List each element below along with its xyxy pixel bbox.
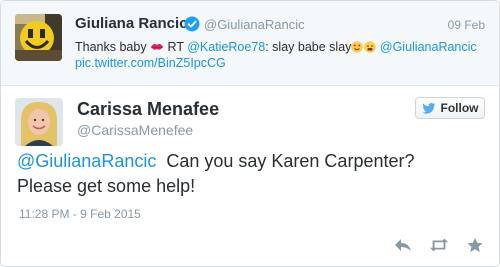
tweet-actions [393, 237, 485, 253]
main-mention-giuliana[interactable]: @GiulianaRancic [17, 151, 156, 171]
main-tweet-text: @GiulianaRancic Can you say Karen Carpen… [17, 149, 487, 199]
quoted-tweet[interactable]: Giuliana Rancic @GiulianaRancic 09 Feb T… [1, 1, 499, 86]
twitter-bird-icon [421, 102, 435, 114]
star-icon[interactable] [465, 237, 485, 253]
parent-text-rt: RT [164, 40, 188, 54]
main-text-line1: Can you say Karen Carpenter? [156, 151, 415, 171]
parent-text-start: Thanks baby [75, 40, 151, 54]
parent-mention-katieroe[interactable]: @KatieRoe78 [187, 40, 265, 54]
follow-button[interactable]: Follow [415, 97, 485, 119]
parent-text-middle: : slay babe slay [265, 40, 352, 54]
embedded-tweet-card: Giuliana Rancic @GiulianaRancic 09 Feb T… [0, 0, 500, 267]
avatar-image [15, 98, 63, 146]
parent-mention-giuliana[interactable]: @GiulianaRancic [380, 40, 477, 54]
follow-label: Follow [440, 101, 479, 115]
parent-author-handle[interactable]: @GiulianaRancic [204, 17, 305, 32]
main-text-line2: Please get some help! [17, 176, 196, 196]
main-author-name[interactable]: Carissa Menafee [77, 99, 219, 120]
parent-pic-link[interactable]: pic.twitter.com/BinZ5IpcCG [75, 56, 226, 70]
tweet-timestamp[interactable]: 11:28 PM - 9 Feb 2015 [19, 207, 141, 221]
verified-badge-icon [184, 16, 200, 32]
giuliana-avatar[interactable] [15, 14, 62, 61]
tired-face-emoji-icon [364, 40, 377, 53]
avatar-image [15, 14, 62, 61]
main-author-handle[interactable]: @CarissaMenefee [77, 122, 193, 138]
parent-tweet-text: Thanks baby RT @KatieRoe78: slay babe sl… [75, 38, 485, 56]
retweet-icon[interactable] [429, 237, 449, 253]
kiss-mark-icon [150, 39, 164, 50]
heart-eyes-emoji-icon [351, 40, 364, 53]
parent-author-name[interactable]: Giuliana Rancic [75, 15, 188, 32]
reply-icon[interactable] [393, 237, 413, 253]
parent-tweet-date[interactable]: 09 Feb [448, 18, 485, 32]
carissa-avatar[interactable] [15, 98, 63, 146]
